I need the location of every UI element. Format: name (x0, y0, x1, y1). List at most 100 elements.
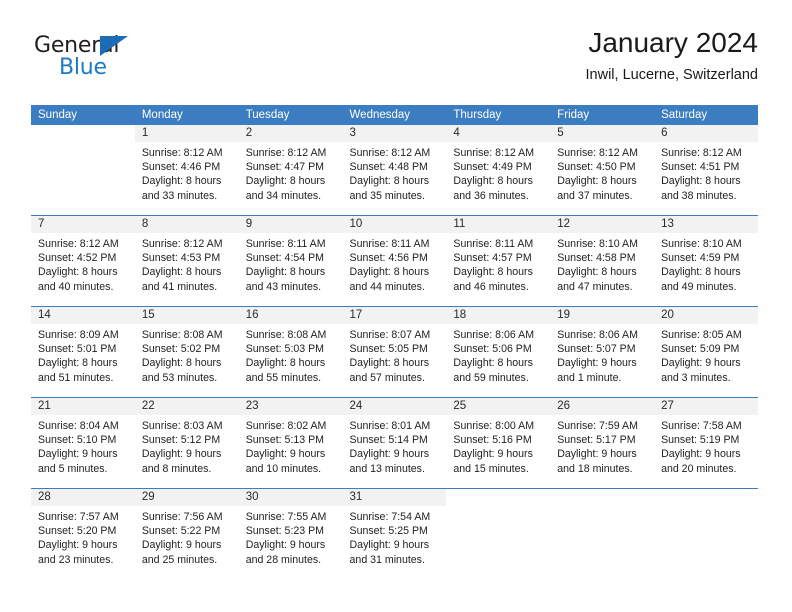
day-info-line: Daylight: 9 hours (557, 448, 637, 461)
calendar-day-cell-empty (31, 125, 135, 216)
calendar-day-cell[interactable]: 11 Sunrise: 8:11 AM Sunset: 4:57 PM Dayligh… (446, 215, 551, 307)
day-info-line: Daylight: 8 hours (453, 175, 533, 188)
day-info-line: Sunrise: 8:11 AM (245, 238, 326, 250)
day-number: 16 (238, 307, 343, 324)
day-number (550, 489, 654, 506)
calendar-week-row: 21 Sunrise: 8:04 AM Sunset: 5:10 PM Dayligh… (31, 397, 758, 489)
day-number: 23 (238, 398, 343, 415)
calendar-day-cell[interactable]: 9 Sunrise: 8:11 AM Sunset: 4:54 PM Daylight… (238, 215, 343, 307)
day-info-line: and 38 minutes. (661, 189, 737, 202)
day-info-line: Sunset: 5:17 PM (557, 434, 636, 447)
calendar-day-cell[interactable]: 3 Sunrise: 8:12 AM Sunset: 4:48 PM Daylight… (342, 125, 447, 216)
day-sun-info: Sunrise: 8:12 AM Sunset: 4:49 PM Daylight:… (446, 142, 550, 203)
calendar-day-cell[interactable]: 13 Sunrise: 8:10 AM Sunset: 4:59 PM Dayligh… (654, 215, 758, 307)
day-info-line: Sunrise: 8:12 AM (245, 147, 327, 159)
day-info-line: and 33 minutes. (141, 189, 218, 202)
day-info-line: Sunrise: 8:10 AM (661, 238, 742, 250)
day-number: 30 (238, 489, 343, 506)
calendar-day-cell[interactable]: 31 Sunrise: 7:54 AM Sunset: 5:25 PM Dayligh… (342, 488, 447, 579)
calendar-day-cell[interactable]: 6 Sunrise: 8:12 AM Sunset: 4:51 PM Daylight… (654, 125, 758, 216)
calendar-day-cell[interactable]: 28 Sunrise: 7:57 AM Sunset: 5:20 PM Dayligh… (31, 488, 135, 579)
calendar-day-cell[interactable]: 19 Sunrise: 8:06 AM Sunset: 5:07 PM Dayligh… (550, 306, 655, 398)
page-title: January 2024 (588, 27, 758, 58)
day-info-line: Daylight: 9 hours (38, 448, 118, 461)
calendar-week-row: 1 Sunrise: 8:12 AM Sunset: 4:46 PM Daylight… (31, 125, 758, 216)
day-info-line: Sunrise: 8:03 AM (141, 420, 223, 432)
day-info-line: and 5 minutes. (38, 462, 108, 475)
day-info-line: Sunset: 4:52 PM (38, 252, 117, 265)
weekday-header-tuesday: Tuesday (238, 105, 343, 125)
day-cell-inner: 12 Sunrise: 8:10 AM Sunset: 4:58 PM Dayligh… (550, 216, 655, 306)
day-info-line: Daylight: 8 hours (245, 266, 326, 279)
calendar-day-cell[interactable]: 7 Sunrise: 8:12 AM Sunset: 4:52 PM Daylight… (31, 215, 135, 307)
calendar-day-cell[interactable]: 16 Sunrise: 8:08 AM Sunset: 5:03 PM Dayligh… (238, 306, 343, 398)
day-number: 20 (654, 307, 758, 324)
day-number: 8 (134, 216, 239, 233)
calendar-table: Sunday Monday Tuesday Wednesday Thursday Frid… (31, 105, 758, 579)
calendar-day-cell[interactable]: 22 Sunrise: 8:03 AM Sunset: 5:12 PM Dayligh… (134, 397, 239, 489)
day-info-line: and 55 minutes. (245, 371, 322, 384)
calendar-day-cell[interactable]: 26 Sunrise: 7:59 AM Sunset: 5:17 PM Dayligh… (550, 397, 655, 489)
day-info-line: Sunrise: 8:12 AM (661, 147, 742, 159)
calendar-day-cell[interactable]: 21 Sunrise: 8:04 AM Sunset: 5:10 PM Dayligh… (31, 397, 135, 489)
day-info-line: Sunset: 5:09 PM (661, 343, 740, 356)
logo-text-blue: Blue (59, 55, 107, 80)
calendar-day-cell[interactable]: 25 Sunrise: 8:00 AM Sunset: 5:16 PM Dayligh… (446, 397, 551, 489)
day-info-line: and 25 minutes. (141, 553, 218, 566)
day-sun-info: Sunrise: 8:11 AM Sunset: 4:57 PM Daylight:… (446, 233, 550, 294)
day-number: 24 (342, 398, 447, 415)
day-info-line: Sunset: 5:05 PM (349, 343, 428, 356)
calendar-day-cell[interactable]: 29 Sunrise: 7:56 AM Sunset: 5:22 PM Dayligh… (134, 488, 239, 579)
calendar-day-cell[interactable]: 30 Sunrise: 7:55 AM Sunset: 5:23 PM Dayligh… (238, 488, 343, 579)
day-info-line: Sunset: 5:14 PM (349, 434, 428, 447)
calendar-day-cell[interactable]: 24 Sunrise: 8:01 AM Sunset: 5:14 PM Dayligh… (342, 397, 447, 489)
day-number: 19 (550, 307, 655, 324)
calendar-day-cell[interactable]: 15 Sunrise: 8:08 AM Sunset: 5:02 PM Dayligh… (134, 306, 239, 398)
day-info-line: Sunrise: 8:08 AM (245, 329, 327, 341)
day-cell-inner: 18 Sunrise: 8:06 AM Sunset: 5:06 PM Dayligh… (446, 307, 551, 397)
calendar-day-cell[interactable]: 17 Sunrise: 8:07 AM Sunset: 5:05 PM Dayligh… (342, 306, 447, 398)
calendar-day-cell[interactable]: 4 Sunrise: 8:12 AM Sunset: 4:49 PM Daylight… (446, 125, 551, 216)
day-cell-inner: 6 Sunrise: 8:12 AM Sunset: 4:51 PM Daylight… (654, 125, 758, 215)
day-info-line: Daylight: 9 hours (661, 448, 741, 461)
masthead: General Blue January 2024 Inwil, Lucerne… (34, 26, 758, 98)
day-info-line: and 13 minutes. (349, 462, 425, 475)
day-sun-info: Sunrise: 7:55 AM Sunset: 5:23 PM Daylight:… (239, 506, 343, 567)
day-number: 18 (446, 307, 551, 324)
calendar-day-cell[interactable]: 5 Sunrise: 8:12 AM Sunset: 4:50 PM Daylight… (550, 125, 655, 216)
day-sun-info: Sunrise: 8:04 AM Sunset: 5:10 PM Daylight:… (31, 415, 135, 476)
day-info-line: Daylight: 8 hours (245, 357, 326, 370)
calendar-day-cell[interactable]: 8 Sunrise: 8:12 AM Sunset: 4:53 PM Daylight… (134, 215, 239, 307)
day-info-line: Sunrise: 8:11 AM (349, 238, 430, 250)
calendar-day-cell[interactable]: 18 Sunrise: 8:06 AM Sunset: 5:06 PM Dayligh… (446, 306, 551, 398)
day-info-line: Daylight: 9 hours (349, 448, 430, 461)
day-number: 6 (654, 125, 758, 142)
calendar-day-cell[interactable]: 2 Sunrise: 8:12 AM Sunset: 4:47 PM Daylight… (238, 125, 343, 216)
day-number (31, 125, 135, 142)
day-cell-inner: 1 Sunrise: 8:12 AM Sunset: 4:46 PM Daylight… (134, 125, 239, 215)
day-info-line: Sunset: 4:56 PM (349, 252, 428, 265)
calendar-day-cell[interactable]: 27 Sunrise: 7:58 AM Sunset: 5:19 PM Dayligh… (654, 397, 758, 489)
day-sun-info: Sunrise: 8:12 AM Sunset: 4:48 PM Daylight:… (343, 142, 447, 203)
day-cell-inner: 24 Sunrise: 8:01 AM Sunset: 5:14 PM Dayligh… (342, 398, 447, 488)
calendar-day-cell[interactable]: 10 Sunrise: 8:11 AM Sunset: 4:56 PM Dayligh… (342, 215, 447, 307)
day-info-line: and 10 minutes. (245, 462, 322, 475)
day-number: 4 (446, 125, 551, 142)
calendar-day-cell[interactable]: 1 Sunrise: 8:12 AM Sunset: 4:46 PM Daylight… (134, 125, 239, 216)
calendar-week-row: 7 Sunrise: 8:12 AM Sunset: 4:52 PM Daylight… (31, 215, 758, 307)
day-info-line: Daylight: 8 hours (141, 357, 222, 370)
day-info-line: Daylight: 8 hours (349, 357, 430, 370)
calendar-day-cell[interactable]: 20 Sunrise: 8:05 AM Sunset: 5:09 PM Dayligh… (654, 306, 758, 398)
day-sun-info: Sunrise: 7:56 AM Sunset: 5:22 PM Daylight:… (135, 506, 239, 567)
day-cell-inner: 20 Sunrise: 8:05 AM Sunset: 5:09 PM Dayligh… (654, 307, 758, 397)
calendar-day-cell[interactable]: 23 Sunrise: 8:02 AM Sunset: 5:13 PM Dayligh… (238, 397, 343, 489)
day-info-line: Daylight: 8 hours (141, 266, 222, 279)
calendar-day-cell[interactable]: 14 Sunrise: 8:09 AM Sunset: 5:01 PM Dayligh… (31, 306, 135, 398)
day-info-line: Sunset: 4:46 PM (141, 161, 221, 174)
day-info-line: Sunrise: 8:11 AM (453, 238, 534, 250)
calendar-week-row: 14 Sunrise: 8:09 AM Sunset: 5:01 PM Dayligh… (31, 306, 758, 398)
day-info-line: Sunset: 4:57 PM (453, 252, 532, 265)
logo-triangle-icon (100, 36, 128, 56)
day-sun-info: Sunrise: 8:02 AM Sunset: 5:13 PM Daylight:… (239, 415, 343, 476)
calendar-day-cell[interactable]: 12 Sunrise: 8:10 AM Sunset: 4:58 PM Dayligh… (550, 215, 655, 307)
